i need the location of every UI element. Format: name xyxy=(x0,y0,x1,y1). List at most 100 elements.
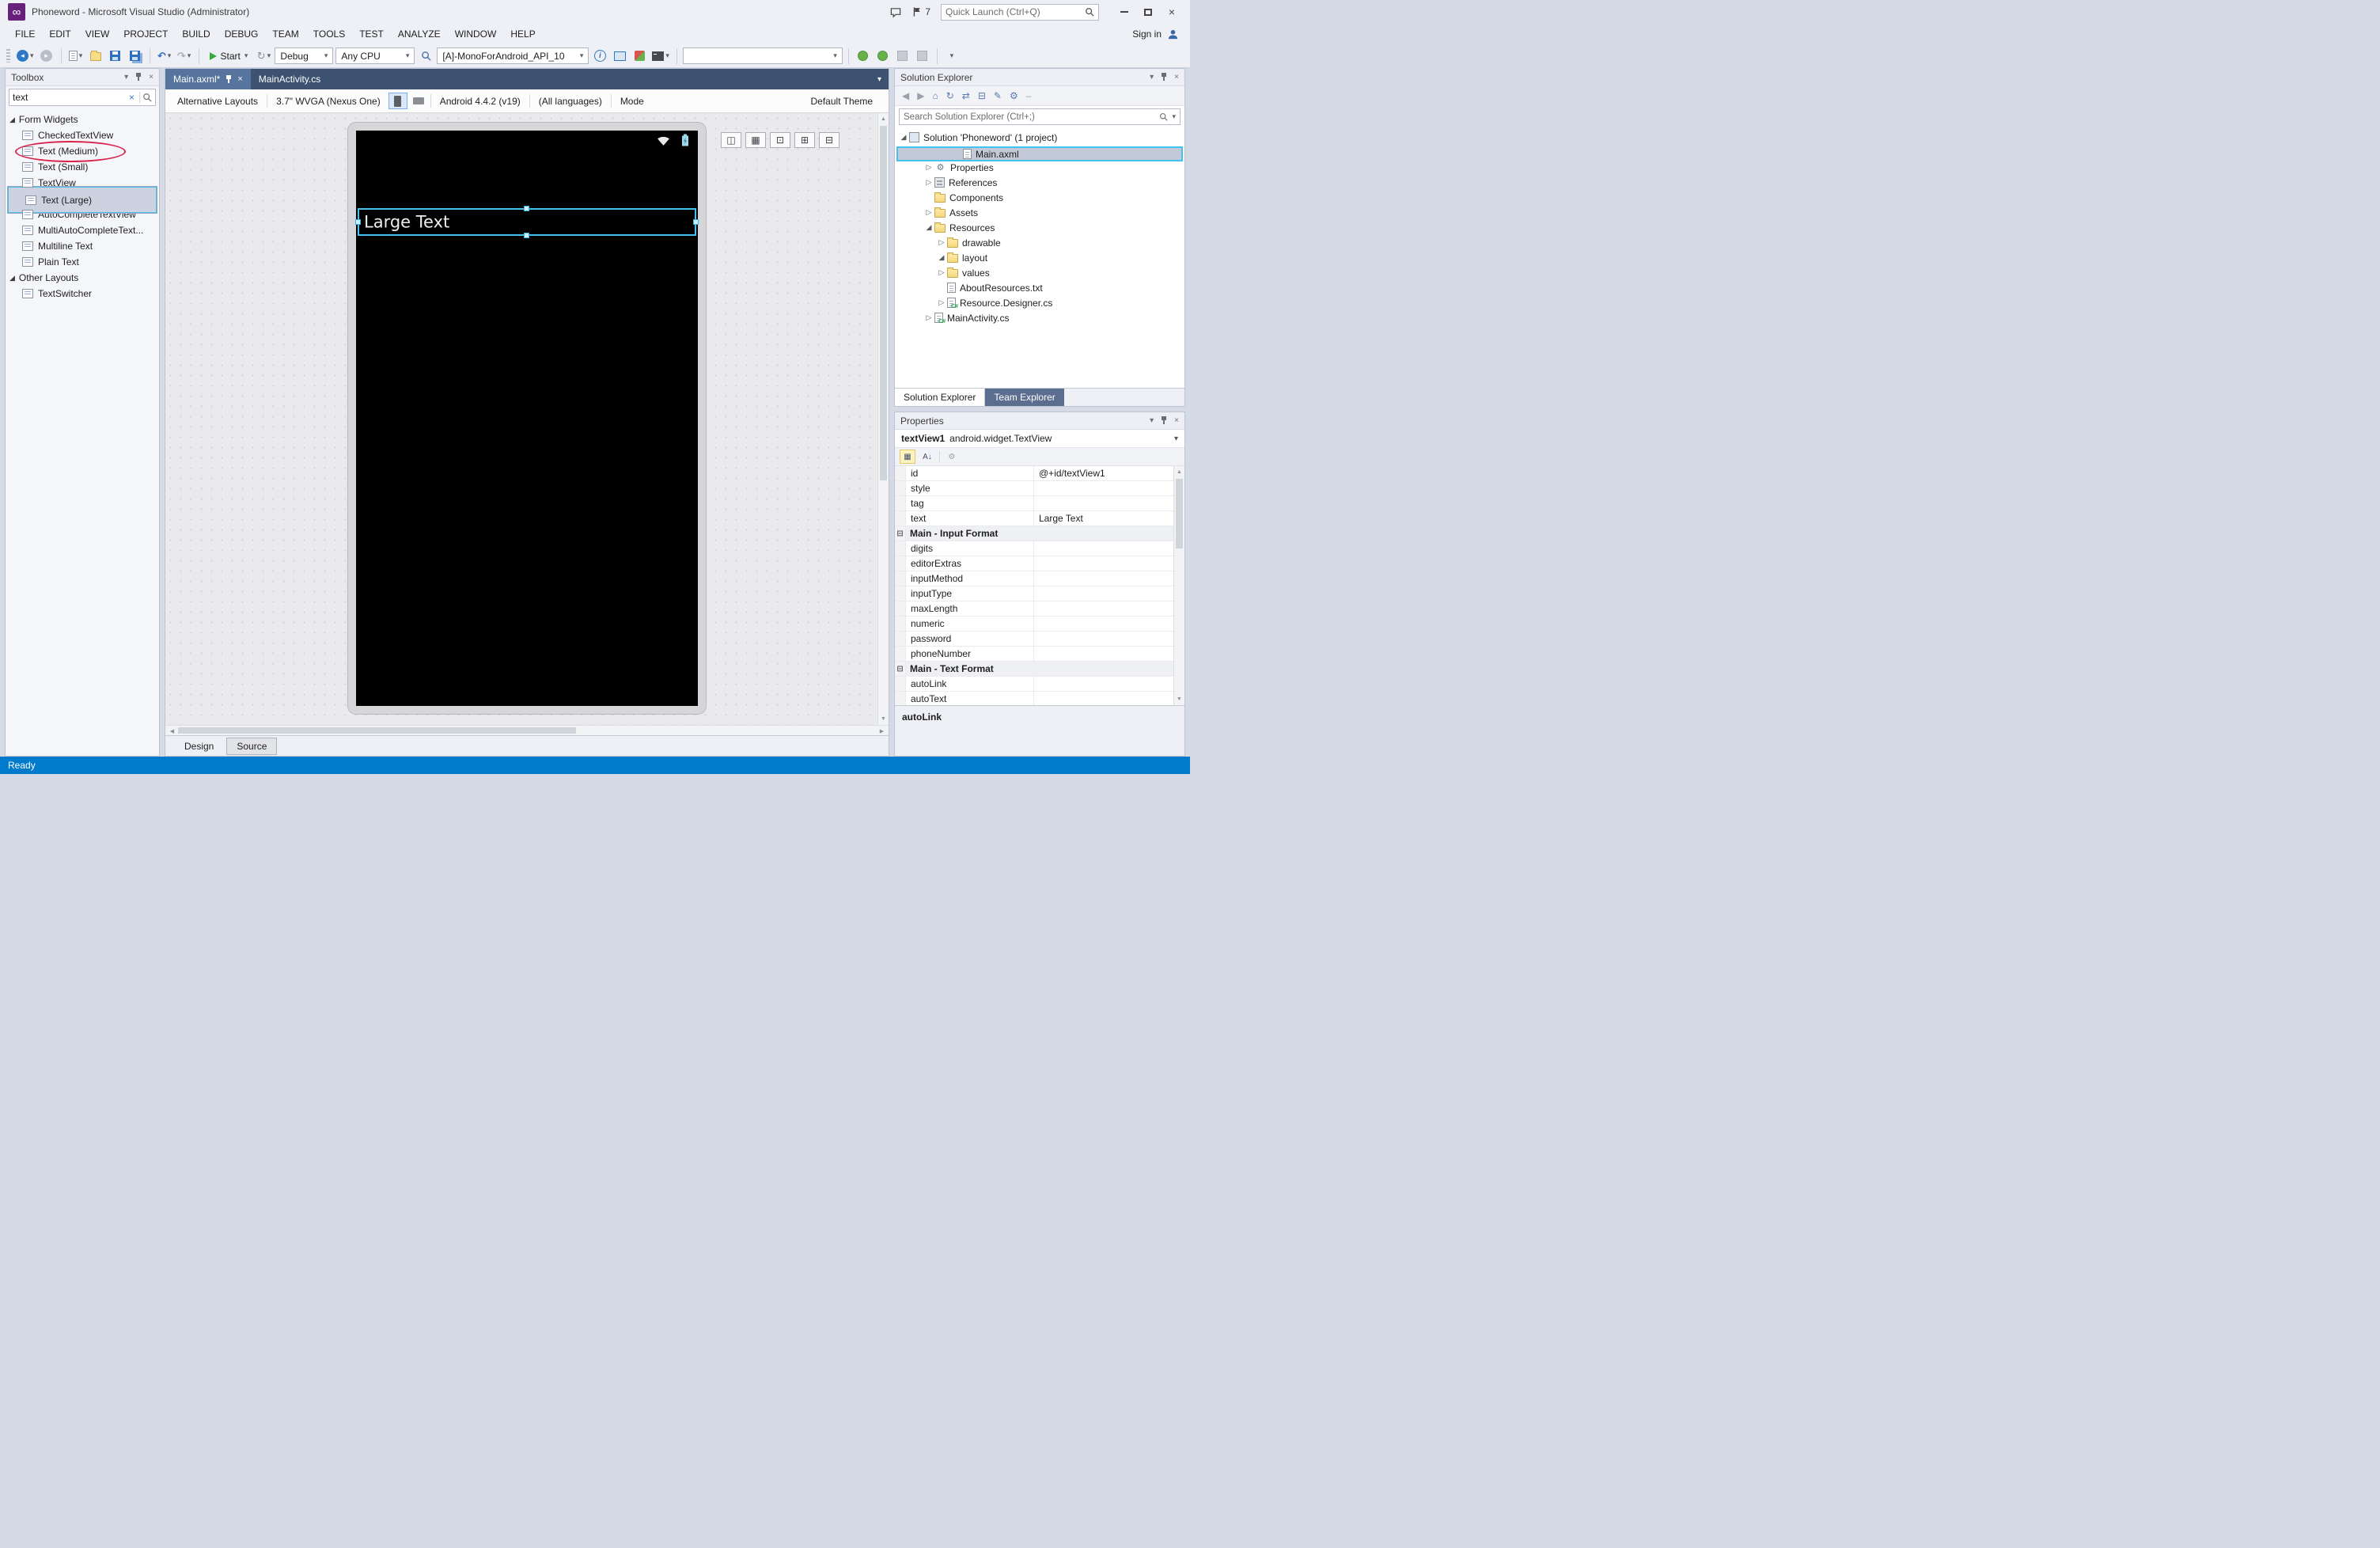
scroll-left-icon[interactable]: ◀ xyxy=(167,726,177,736)
vertical-scrollbar[interactable]: ▲ ▼ xyxy=(877,113,889,725)
property-value[interactable] xyxy=(1034,571,1184,586)
tree-item-mainactivity[interactable]: ▷ MainActivity.cs xyxy=(895,310,1184,325)
property-row-style[interactable]: style xyxy=(895,481,1184,496)
chevron-down-icon[interactable]: ▾ xyxy=(124,73,128,82)
property-pages-button[interactable]: ⚙ xyxy=(944,450,960,464)
collapsed-arrow-icon[interactable]: ▷ xyxy=(923,208,934,217)
property-row-id[interactable]: id @+id/textView1 xyxy=(895,466,1184,481)
solution-search-input[interactable] xyxy=(904,112,1156,122)
property-value[interactable]: @+id/textView1 xyxy=(1034,466,1184,480)
back-button[interactable]: ◀ xyxy=(902,90,909,101)
property-row-autotext[interactable]: autoText xyxy=(895,692,1184,705)
fit-to-screen-button[interactable]: ⊡ xyxy=(770,132,790,148)
collapsed-arrow-icon[interactable]: ▷ xyxy=(923,178,934,187)
zoom-in-button[interactable]: ⊞ xyxy=(794,132,815,148)
properties-button[interactable]: ⚙ xyxy=(1010,90,1018,101)
categorized-button[interactable]: ▦ xyxy=(900,450,915,464)
toolbox-item-multiautocompletetext[interactable]: MultiAutoCompleteText... xyxy=(6,222,159,238)
target-framework-select[interactable]: [A]-MonoForAndroid_API_10 ▾ xyxy=(437,47,589,64)
textview-selection[interactable]: Large Text xyxy=(355,206,699,238)
alternative-layouts-button[interactable]: Alternative Layouts xyxy=(170,96,265,107)
minimize-button[interactable] xyxy=(1112,3,1136,21)
toolbox-item-plain-text[interactable]: Plain Text xyxy=(6,254,159,270)
property-value[interactable] xyxy=(1034,481,1184,495)
tree-item-references[interactable]: ▷ References xyxy=(895,175,1184,190)
menu-help[interactable]: HELP xyxy=(503,25,542,44)
notifications-button[interactable]: 7 xyxy=(912,6,930,17)
property-row-digits[interactable]: digits xyxy=(895,541,1184,556)
theme-select[interactable]: Default Theme xyxy=(804,96,885,107)
design-surface[interactable]: ◫ ▦ ⊡ ⊞ ⊟ Large Text ▲ ▼ xyxy=(165,113,889,725)
properties-header[interactable]: Properties ▾ × xyxy=(895,412,1184,430)
property-value[interactable] xyxy=(1034,692,1184,705)
undo-button[interactable]: ↶ ▾ xyxy=(156,47,173,66)
chevron-down-icon[interactable]: ▾ xyxy=(1150,416,1154,425)
close-icon[interactable]: × xyxy=(1174,73,1179,82)
tab-main-axml[interactable]: Main.axml* × xyxy=(165,69,251,89)
property-value[interactable] xyxy=(1034,496,1184,510)
property-value[interactable] xyxy=(1034,541,1184,556)
close-icon[interactable]: × xyxy=(149,73,153,82)
tree-item-properties[interactable]: ▷ ⚙ Properties xyxy=(895,160,1184,175)
collapse-all-button[interactable]: ⊟ xyxy=(978,90,986,101)
menu-project[interactable]: PROJECT xyxy=(116,25,175,44)
console-button[interactable]: ▾ xyxy=(650,47,671,66)
feedback-icon[interactable] xyxy=(889,6,902,18)
forward-button[interactable]: ▶ xyxy=(917,90,924,101)
property-row-text[interactable]: text Large Text xyxy=(895,511,1184,526)
clear-search-icon[interactable]: × xyxy=(127,92,137,103)
textview-large-text[interactable]: Large Text xyxy=(364,212,449,231)
tree-item-assets[interactable]: ▷ Assets xyxy=(895,205,1184,220)
property-row-numeric[interactable]: numeric xyxy=(895,617,1184,632)
menu-test[interactable]: TEST xyxy=(352,25,391,44)
tree-item-main-axml[interactable]: Main.axml xyxy=(896,146,1183,161)
find-button[interactable] xyxy=(417,47,434,66)
run-all-tests-button[interactable] xyxy=(874,47,892,66)
split-view-button[interactable]: ◫ xyxy=(721,132,741,148)
menu-debug[interactable]: DEBUG xyxy=(218,25,266,44)
scroll-down-icon[interactable]: ▼ xyxy=(1174,694,1184,704)
home-button[interactable]: ⌂ xyxy=(932,90,938,101)
grid-view-button[interactable]: ▦ xyxy=(745,132,766,148)
resize-handle-top[interactable] xyxy=(524,206,529,211)
property-row-password[interactable]: password xyxy=(895,632,1184,647)
menu-edit[interactable]: EDIT xyxy=(42,25,78,44)
toolbox-group-other-layouts[interactable]: ◢ Other Layouts xyxy=(6,270,159,286)
save-all-button[interactable] xyxy=(127,47,144,66)
property-category-text-format[interactable]: ⊟ Main - Text Format xyxy=(895,662,1184,677)
property-value[interactable] xyxy=(1034,677,1184,691)
scroll-up-icon[interactable]: ▲ xyxy=(1174,467,1184,477)
property-value[interactable] xyxy=(1034,632,1184,646)
solution-explorer-header[interactable]: Solution Explorer ▾ × xyxy=(895,69,1184,86)
pin-icon[interactable] xyxy=(1161,416,1167,425)
toolbar-extra-button-2[interactable] xyxy=(914,47,931,66)
collapsed-arrow-icon[interactable]: ▷ xyxy=(936,268,947,277)
resize-handle-left[interactable] xyxy=(355,218,361,225)
chevron-down-icon[interactable]: ▾ xyxy=(1172,113,1176,120)
property-value[interactable] xyxy=(1034,647,1184,661)
vertical-scrollbar[interactable]: ▲ ▼ xyxy=(1173,466,1184,705)
chevron-down-icon[interactable]: ▾ xyxy=(1150,73,1154,82)
android-version-select[interactable]: Android 4.4.2 (v19) xyxy=(433,96,528,107)
scrollbar-thumb[interactable] xyxy=(1176,479,1183,548)
expanded-arrow-icon[interactable]: ◢ xyxy=(9,116,15,124)
run-tests-button[interactable] xyxy=(855,47,872,66)
property-value[interactable] xyxy=(1034,617,1184,631)
tab-design[interactable]: Design xyxy=(175,738,223,754)
menu-team[interactable]: TEAM xyxy=(265,25,305,44)
open-file-button[interactable] xyxy=(87,47,104,66)
maximize-button[interactable] xyxy=(1136,3,1160,21)
preview-selected-button[interactable]: ‒ xyxy=(1026,90,1032,101)
toolbox-item-text-medium[interactable]: Text (Medium) xyxy=(6,143,159,159)
menu-analyze[interactable]: ANALYZE xyxy=(391,25,448,44)
start-debug-button[interactable]: Start ▾ xyxy=(205,47,253,66)
toolbox-item-multiline-text[interactable]: Multiline Text xyxy=(6,238,159,254)
debug-configuration-select[interactable]: Debug ▾ xyxy=(275,47,334,64)
refresh-button[interactable]: ↻ xyxy=(946,90,954,101)
collapsed-arrow-icon[interactable]: ▷ xyxy=(923,163,934,172)
scroll-down-icon[interactable]: ▼ xyxy=(878,714,889,724)
tab-list-chevron-icon[interactable]: ▾ xyxy=(877,75,889,84)
expanded-arrow-icon[interactable]: ◢ xyxy=(923,223,934,232)
menu-tools[interactable]: TOOLS xyxy=(306,25,352,44)
resize-handle-bottom[interactable] xyxy=(524,233,529,238)
